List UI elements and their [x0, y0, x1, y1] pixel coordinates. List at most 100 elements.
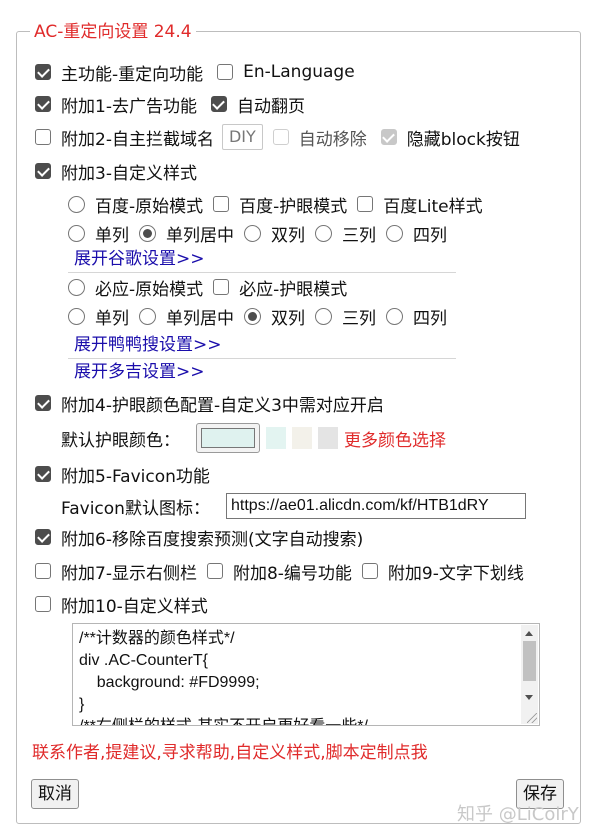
bing-col2-label: 双列 — [271, 308, 305, 329]
numbering-label: 附加8-编号功能 — [232, 563, 352, 584]
row-main-redirect: 主功能-重定向功能 En-Language — [35, 58, 355, 86]
row-remove-prediction: 附加6-移除百度搜索预测(文字自动搜索) — [35, 523, 363, 551]
underline-checkbox[interactable] — [361, 563, 378, 579]
divider — [68, 358, 456, 359]
custom-style-checkbox[interactable] — [35, 163, 51, 179]
custom-css-label: 附加10-自定义样式 — [61, 596, 208, 617]
more-colors-link[interactable]: 更多颜色选择 — [344, 426, 446, 451]
en-language-label: En-Language — [243, 62, 355, 82]
eye-color-label: 附加4-护眼颜色配置-自定义3中需对应开启 — [61, 395, 384, 416]
baidu-original-label: 百度-原始模式 — [95, 196, 204, 217]
row-favicon: 附加5-Favicon功能 — [35, 460, 210, 488]
css-line: div .AC-CounterT{ — [79, 652, 208, 669]
col3-label: 三列 — [342, 225, 376, 246]
bing-col1-label: 单列 — [95, 308, 129, 329]
ad-removal-label: 附加1-去广告功能 — [61, 96, 197, 117]
auto-remove-checkbox[interactable] — [272, 129, 289, 145]
watermark: 知乎 @LiColrY — [457, 804, 579, 825]
color-picker[interactable] — [196, 423, 260, 453]
col1-center-radio[interactable] — [139, 224, 156, 242]
bing-col4-radio[interactable] — [386, 307, 403, 325]
color-swatch[interactable] — [292, 427, 312, 449]
row-eye-color-picker: 默认护眼颜色： 更多颜色选择 — [61, 422, 446, 454]
contact-author-link[interactable]: 联系作者,提建议,寻求帮助,自定义样式,脚本定制点我 — [32, 736, 428, 764]
underline-label: 附加9-文字下划线 — [387, 563, 524, 584]
cancel-button[interactable]: 取消 — [31, 779, 79, 809]
block-domain-checkbox[interactable] — [35, 129, 51, 145]
baidu-eye-label: 百度-护眼模式 — [239, 196, 348, 217]
auto-remove-label: 自动移除 — [298, 129, 367, 150]
main-redirect-label: 主功能-重定向功能 — [61, 64, 204, 85]
bing-col1-radio[interactable] — [68, 307, 85, 325]
ad-removal-checkbox[interactable] — [35, 96, 51, 112]
css-line: /**右侧栏的样式-其实不开启更好看一些*/ — [79, 716, 517, 725]
row-block-domain: 附加2-自主拦截域名 DIY 自动移除 隐藏block按钮 — [35, 123, 520, 151]
color-swatch[interactable] — [266, 427, 286, 449]
bing-col1-center-radio[interactable] — [139, 307, 156, 325]
row-bing-modes: 必应-原始模式 必应-护眼模式 — [68, 273, 347, 301]
bing-original-label: 必应-原始模式 — [95, 279, 204, 300]
favicon-default-label: Favicon默认图标： — [61, 498, 210, 519]
bing-col3-label: 三列 — [342, 308, 376, 329]
css-line: background: #FD9999; — [79, 674, 260, 691]
diy-button[interactable]: DIY — [221, 124, 263, 150]
remove-prediction-checkbox[interactable] — [35, 529, 51, 545]
col1-radio[interactable] — [68, 224, 85, 242]
bing-eye-label: 必应-护眼模式 — [239, 279, 348, 300]
bing-col3-radio[interactable] — [315, 307, 332, 325]
row-ad-removal: 附加1-去广告功能 自动翻页 — [35, 90, 305, 118]
row-bing-columns: 单列 单列居中 双列 三列 四列 — [68, 302, 447, 330]
row-extras: 附加7-显示右侧栏 附加8-编号功能 附加9-文字下划线 — [35, 557, 524, 585]
google-settings-link[interactable]: 展开谷歌设置>> — [74, 248, 205, 270]
custom-css-checkbox[interactable] — [35, 596, 51, 612]
right-sidebar-label: 附加7-显示右侧栏 — [61, 563, 197, 584]
bing-col4-label: 四列 — [413, 308, 447, 329]
duckduckgo-settings-link[interactable]: 展开鸭鸭搜设置>> — [74, 334, 222, 356]
bing-col1-center-label: 单列居中 — [166, 308, 234, 329]
dogedoge-settings-link[interactable]: 展开多吉设置>> — [74, 361, 205, 383]
bing-col2-radio[interactable] — [244, 307, 261, 325]
remove-prediction-label: 附加6-移除百度搜索预测(文字自动搜索) — [61, 529, 364, 550]
row-custom-css: 附加10-自定义样式 — [35, 590, 208, 618]
custom-css-textarea[interactable]: /**计数器的颜色样式*/ div .AC-CounterT{ backgrou… — [72, 623, 540, 726]
favicon-label: 附加5-Favicon功能 — [61, 466, 210, 487]
main-redirect-checkbox[interactable] — [35, 64, 51, 80]
eye-color-checkbox[interactable] — [35, 395, 51, 411]
row-eye-color: 附加4-护眼颜色配置-自定义3中需对应开启 — [35, 389, 384, 417]
row-favicon-default: Favicon默认图标： — [61, 492, 210, 520]
favicon-checkbox[interactable] — [35, 466, 51, 482]
hide-block-button-checkbox[interactable] — [380, 129, 397, 145]
hide-block-button-label: 隐藏block按钮 — [406, 129, 520, 150]
resize-grip-icon[interactable] — [527, 713, 537, 723]
col3-radio[interactable] — [315, 224, 332, 242]
auto-page-checkbox[interactable] — [210, 96, 227, 112]
col2-label: 双列 — [271, 225, 305, 246]
baidu-original-radio[interactable] — [68, 195, 85, 213]
custom-style-label: 附加3-自定义样式 — [61, 163, 197, 184]
baidu-eye-checkbox[interactable] — [213, 196, 230, 212]
baidu-lite-label: 百度Lite样式 — [383, 196, 483, 217]
css-line: /**计数器的颜色样式*/ — [79, 630, 235, 647]
col4-radio[interactable] — [386, 224, 403, 242]
col2-radio[interactable] — [244, 224, 261, 242]
row-baidu-modes: 百度-原始模式 百度-护眼模式 百度Lite样式 — [68, 190, 483, 218]
color-swatch[interactable] — [318, 427, 338, 449]
bing-eye-checkbox[interactable] — [213, 279, 230, 295]
dialog-title: AC-重定向设置 24.4 — [30, 21, 196, 43]
favicon-url-input[interactable]: https://ae01.alicdn.com/kf/HTB1dRY — [226, 493, 526, 519]
default-eye-color-label: 默认护眼颜色： — [61, 430, 180, 451]
textarea-scrollbar[interactable] — [521, 625, 538, 724]
row-custom-style: 附加3-自定义样式 — [35, 157, 197, 185]
baidu-lite-checkbox[interactable] — [357, 196, 374, 212]
block-domain-label: 附加2-自主拦截域名 — [61, 129, 214, 150]
bing-original-radio[interactable] — [68, 278, 85, 296]
col4-label: 四列 — [413, 225, 447, 246]
row-baidu-columns: 单列 单列居中 双列 三列 四列 — [68, 219, 447, 247]
col1-label: 单列 — [95, 225, 129, 246]
col1-center-label: 单列居中 — [166, 225, 234, 246]
css-line: } — [79, 696, 85, 713]
right-sidebar-checkbox[interactable] — [35, 563, 51, 579]
numbering-checkbox[interactable] — [206, 563, 223, 579]
en-language-checkbox[interactable] — [217, 64, 234, 80]
auto-page-label: 自动翻页 — [236, 96, 305, 117]
